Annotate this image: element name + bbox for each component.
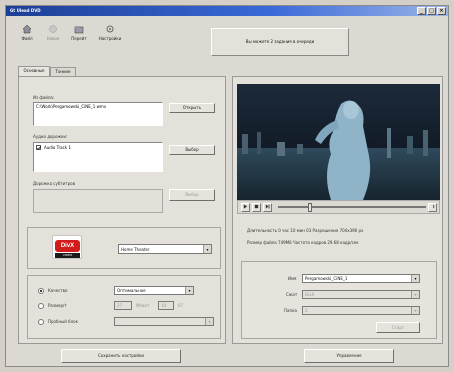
check-icon	[37, 146, 41, 150]
quality-select[interactable]: Оптимальное ▾	[114, 286, 194, 295]
stop-icon	[254, 204, 259, 209]
video-preview	[237, 84, 440, 200]
quality-radio[interactable]	[38, 288, 44, 294]
start-button[interactable]: Старт	[376, 322, 420, 333]
size-value-field[interactable]: 27	[114, 301, 132, 310]
minimize-button[interactable]: _	[417, 7, 426, 15]
window-title: Gt Ulead DVD	[10, 8, 41, 13]
source-label: Из файла:	[33, 95, 55, 100]
toolbar-goto-button[interactable]: Перейт	[66, 22, 92, 50]
maximize-button[interactable]: □	[427, 7, 436, 15]
quality-label: Качество	[48, 288, 68, 293]
status-banner: Вы можете 2 задания в очереди	[211, 28, 349, 56]
output-compress-value: DivX	[305, 292, 315, 297]
audio-list[interactable]: Audio Track 1	[33, 142, 163, 172]
audio-label: Аудио дорожки:	[33, 134, 68, 139]
play-icon	[243, 204, 248, 209]
audio-track-label: Audio Track 1	[44, 145, 71, 150]
chevron-down-icon: ▾	[185, 287, 193, 294]
output-group: Имя Pergamowski_CiNE_1 ▾ Сжат DivX ▾ Пап…	[241, 261, 437, 339]
size-value-label-3: 07	[178, 303, 184, 308]
size-label: Размер/т	[48, 303, 67, 308]
chevron-down-icon: ▾	[203, 245, 211, 253]
codec-group: DivX VIDEO Home Theater ▾	[27, 227, 221, 269]
toolbar-settings-button[interactable]: Настройки	[94, 22, 126, 50]
profile-select[interactable]: Home Theater ▾	[118, 244, 212, 254]
step-icon	[265, 204, 270, 209]
chevron-down-icon: ▾	[411, 291, 419, 298]
audio-track-checkbox[interactable]	[36, 145, 41, 150]
toolbar-file-button[interactable]: Файл	[14, 22, 40, 50]
video-frame	[237, 84, 440, 200]
toolbar-new-button[interactable]: Новое	[40, 22, 66, 50]
seek-handle[interactable]	[308, 203, 312, 212]
audio-select-button[interactable]: Выбор	[169, 145, 215, 155]
player-bar	[237, 200, 440, 214]
sample-radio[interactable]	[38, 319, 44, 325]
subtitle-list[interactable]	[33, 189, 163, 213]
settings-icon	[106, 25, 114, 33]
chevron-down-icon: ▾	[411, 307, 419, 314]
output-compress-label: Сжат	[286, 292, 298, 297]
output-folder-select[interactable]: 5 ▾	[302, 306, 420, 315]
divx-logo: DivX VIDEO	[52, 235, 82, 259]
quality-group: Качество Оптимальное ▾ Размер/т 27 Мбайт…	[27, 275, 221, 339]
chevron-down-icon: ▾	[411, 275, 419, 282]
output-folder-label: Папка	[284, 308, 297, 313]
size-unit-label: Мбайт	[136, 303, 150, 308]
subtitle-label: Дорожка субтитров	[33, 181, 75, 186]
toolbar-new-label: Новое	[46, 36, 60, 41]
toolbar-goto-label: Перейт	[71, 36, 87, 41]
divx-logo-sub: VIDEO	[55, 253, 80, 258]
info-line-1: Длительность 0 час 10 мин 03 Разрешение …	[247, 228, 364, 233]
size-radio[interactable]	[38, 303, 44, 309]
size-value-field-2[interactable]: 10	[158, 301, 174, 310]
end-button[interactable]	[428, 203, 437, 212]
tab-advanced[interactable]: Тонкие	[50, 67, 76, 76]
output-folder-value: 5	[305, 308, 308, 313]
output-name-label: Имя	[288, 276, 297, 281]
info-line-2: Размер файла 749Mб Частота кадров 29.68 …	[247, 240, 359, 245]
close-button[interactable]: ×	[437, 7, 446, 15]
end-icon	[433, 204, 435, 209]
sample-label: Пробный блок	[48, 319, 78, 324]
subtitle-select-button[interactable]: Выбор	[169, 189, 215, 201]
tab-basic[interactable]: Основные	[18, 66, 50, 76]
profile-value: Home Theater	[121, 247, 150, 252]
stop-button[interactable]	[252, 203, 261, 212]
toolbar-settings-label: Настройки	[98, 36, 122, 41]
app-window: Gt Ulead DVD _ □ × Файл Новое Перейт Нас…	[5, 5, 449, 367]
play-button[interactable]	[241, 203, 250, 212]
title-bar: Gt Ulead DVD _ □ ×	[6, 6, 448, 16]
open-source-button[interactable]: Открыть	[169, 103, 215, 113]
output-name-value: Pergamowski_CiNE_1	[305, 276, 348, 281]
divx-logo-text: DivX	[55, 240, 80, 252]
new-icon	[49, 25, 57, 33]
settings-panel: Из файла: C:\Work\Pergamowski_CiNE_1.wmv…	[18, 76, 226, 344]
step-button[interactable]	[263, 203, 272, 212]
preview-panel: Длительность 0 час 10 мин 03 Разрешение …	[232, 76, 443, 344]
source-path-field[interactable]: C:\Work\Pergamowski_CiNE_1.wmv	[33, 102, 163, 126]
manage-button[interactable]: Управление	[304, 349, 394, 363]
quality-value: Оптимальное	[117, 288, 146, 293]
sample-select[interactable]: ▾	[114, 317, 214, 326]
toolbar-file-label: Файл	[21, 36, 33, 41]
output-compress-select[interactable]: DivX ▾	[302, 290, 420, 299]
output-name-field[interactable]: Pergamowski_CiNE_1 ▾	[302, 274, 420, 283]
save-settings-button[interactable]: Сохранить настройки	[61, 349, 181, 363]
home-icon	[22, 24, 32, 34]
seek-track[interactable]	[278, 206, 426, 208]
folder-icon	[74, 26, 84, 34]
chevron-down-icon: ▾	[205, 318, 213, 325]
